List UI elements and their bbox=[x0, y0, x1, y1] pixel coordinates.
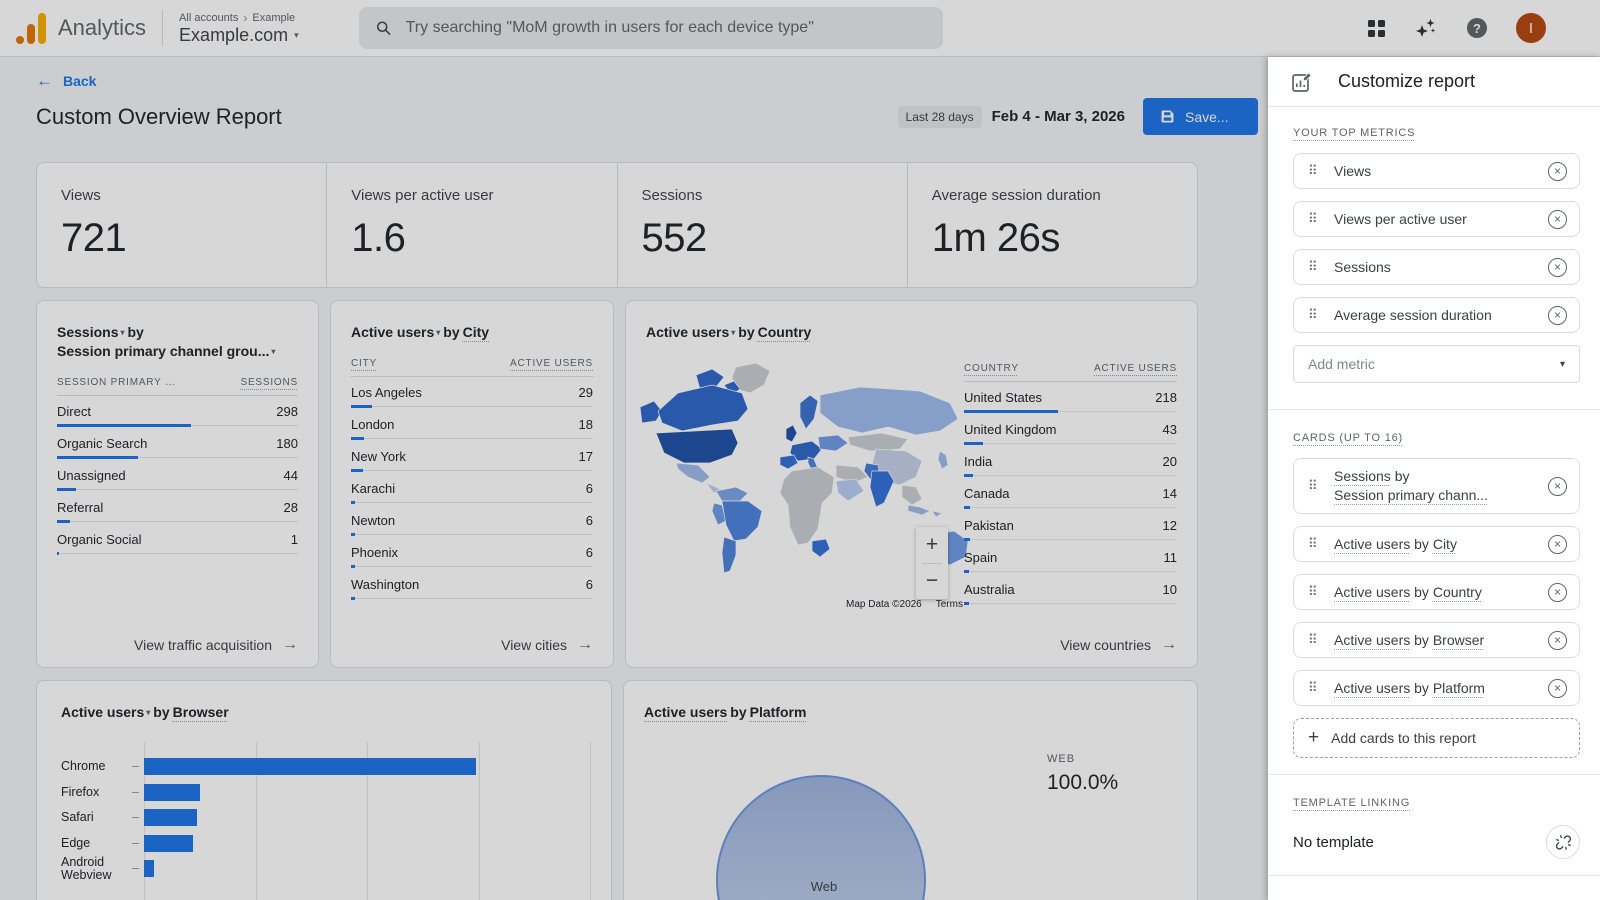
metric-chip-views[interactable]: ⠿ Views × bbox=[1293, 153, 1580, 189]
drag-handle-icon[interactable]: ⠿ bbox=[1308, 211, 1324, 227]
section-divider bbox=[1268, 409, 1600, 410]
chip-label: Sessions bySession primary chann... bbox=[1334, 467, 1548, 505]
add-cards-button[interactable]: + Add cards to this report bbox=[1293, 718, 1580, 758]
drag-handle-icon[interactable]: ⠿ bbox=[1308, 478, 1324, 494]
template-section-heading: TEMPLATE LINKING bbox=[1293, 797, 1410, 809]
remove-icon[interactable]: × bbox=[1548, 535, 1567, 554]
remove-icon[interactable]: × bbox=[1548, 679, 1567, 698]
drag-handle-icon[interactable]: ⠿ bbox=[1308, 536, 1324, 552]
add-metric-placeholder: Add metric bbox=[1308, 356, 1375, 372]
add-cards-label: Add cards to this report bbox=[1331, 730, 1476, 746]
drag-handle-icon[interactable]: ⠿ bbox=[1308, 680, 1324, 696]
metric-chip-views-per-active-user[interactable]: ⠿ Views per active user × bbox=[1293, 201, 1580, 237]
chip-label: Active users by City bbox=[1334, 535, 1548, 554]
analytics-app: Analytics All accounts › Example Example… bbox=[0, 0, 1600, 900]
drag-handle-icon[interactable]: ⠿ bbox=[1308, 632, 1324, 648]
customize-report-panel: Customize report YOUR TOP METRICS ⠿ View… bbox=[1268, 57, 1600, 900]
chip-label: Sessions bbox=[1334, 258, 1548, 277]
metric-chip-average-session-duration[interactable]: ⠿ Average session duration × bbox=[1293, 297, 1580, 333]
customize-report-icon bbox=[1290, 70, 1314, 94]
remove-icon[interactable]: × bbox=[1548, 631, 1567, 650]
remove-icon[interactable]: × bbox=[1548, 162, 1567, 181]
chip-label: Active users by Platform bbox=[1334, 679, 1548, 698]
panel-body: YOUR TOP METRICS ⠿ Views × ⠿ Views per a… bbox=[1268, 107, 1600, 876]
card-chip-users-by-city[interactable]: ⠿ Active users by City × bbox=[1293, 526, 1580, 562]
metrics-section-heading: YOUR TOP METRICS bbox=[1293, 127, 1415, 139]
card-chip-sessions-by-channel[interactable]: ⠿ Sessions bySession primary chann... × bbox=[1293, 458, 1580, 514]
panel-title: Customize report bbox=[1338, 71, 1475, 92]
plus-icon: + bbox=[1308, 727, 1319, 749]
section-divider bbox=[1268, 875, 1600, 876]
chip-label: Active users by Country bbox=[1334, 583, 1548, 602]
chip-label: Views per active user bbox=[1334, 210, 1548, 229]
card-chip-users-by-country[interactable]: ⠿ Active users by Country × bbox=[1293, 574, 1580, 610]
template-linking-row: No template bbox=[1293, 825, 1580, 863]
remove-icon[interactable]: × bbox=[1548, 210, 1567, 229]
chevron-down-icon: ▾ bbox=[1560, 359, 1565, 370]
panel-header: Customize report bbox=[1268, 57, 1600, 107]
drag-handle-icon[interactable]: ⠿ bbox=[1308, 584, 1324, 600]
unlink-template-button[interactable] bbox=[1546, 825, 1580, 859]
drag-handle-icon[interactable]: ⠿ bbox=[1308, 259, 1324, 275]
drag-handle-icon[interactable]: ⠿ bbox=[1308, 307, 1324, 323]
section-divider bbox=[1268, 774, 1600, 775]
remove-icon[interactable]: × bbox=[1548, 306, 1567, 325]
remove-icon[interactable]: × bbox=[1548, 258, 1567, 277]
card-chip-users-by-browser[interactable]: ⠿ Active users by Browser × bbox=[1293, 622, 1580, 658]
chip-label: Average session duration bbox=[1334, 306, 1548, 325]
chip-label: Views bbox=[1334, 162, 1548, 181]
metric-chip-sessions[interactable]: ⠿ Sessions × bbox=[1293, 249, 1580, 285]
broken-link-icon bbox=[1554, 833, 1573, 852]
template-value: No template bbox=[1293, 834, 1546, 851]
add-metric-dropdown[interactable]: Add metric ▾ bbox=[1293, 345, 1580, 383]
chip-label: Active users by Browser bbox=[1334, 631, 1548, 650]
cards-section-heading: CARDS (UP TO 16) bbox=[1293, 432, 1403, 444]
remove-icon[interactable]: × bbox=[1548, 583, 1567, 602]
remove-icon[interactable]: × bbox=[1548, 477, 1567, 496]
drag-handle-icon[interactable]: ⠿ bbox=[1308, 163, 1324, 179]
card-chip-users-by-platform[interactable]: ⠿ Active users by Platform × bbox=[1293, 670, 1580, 706]
